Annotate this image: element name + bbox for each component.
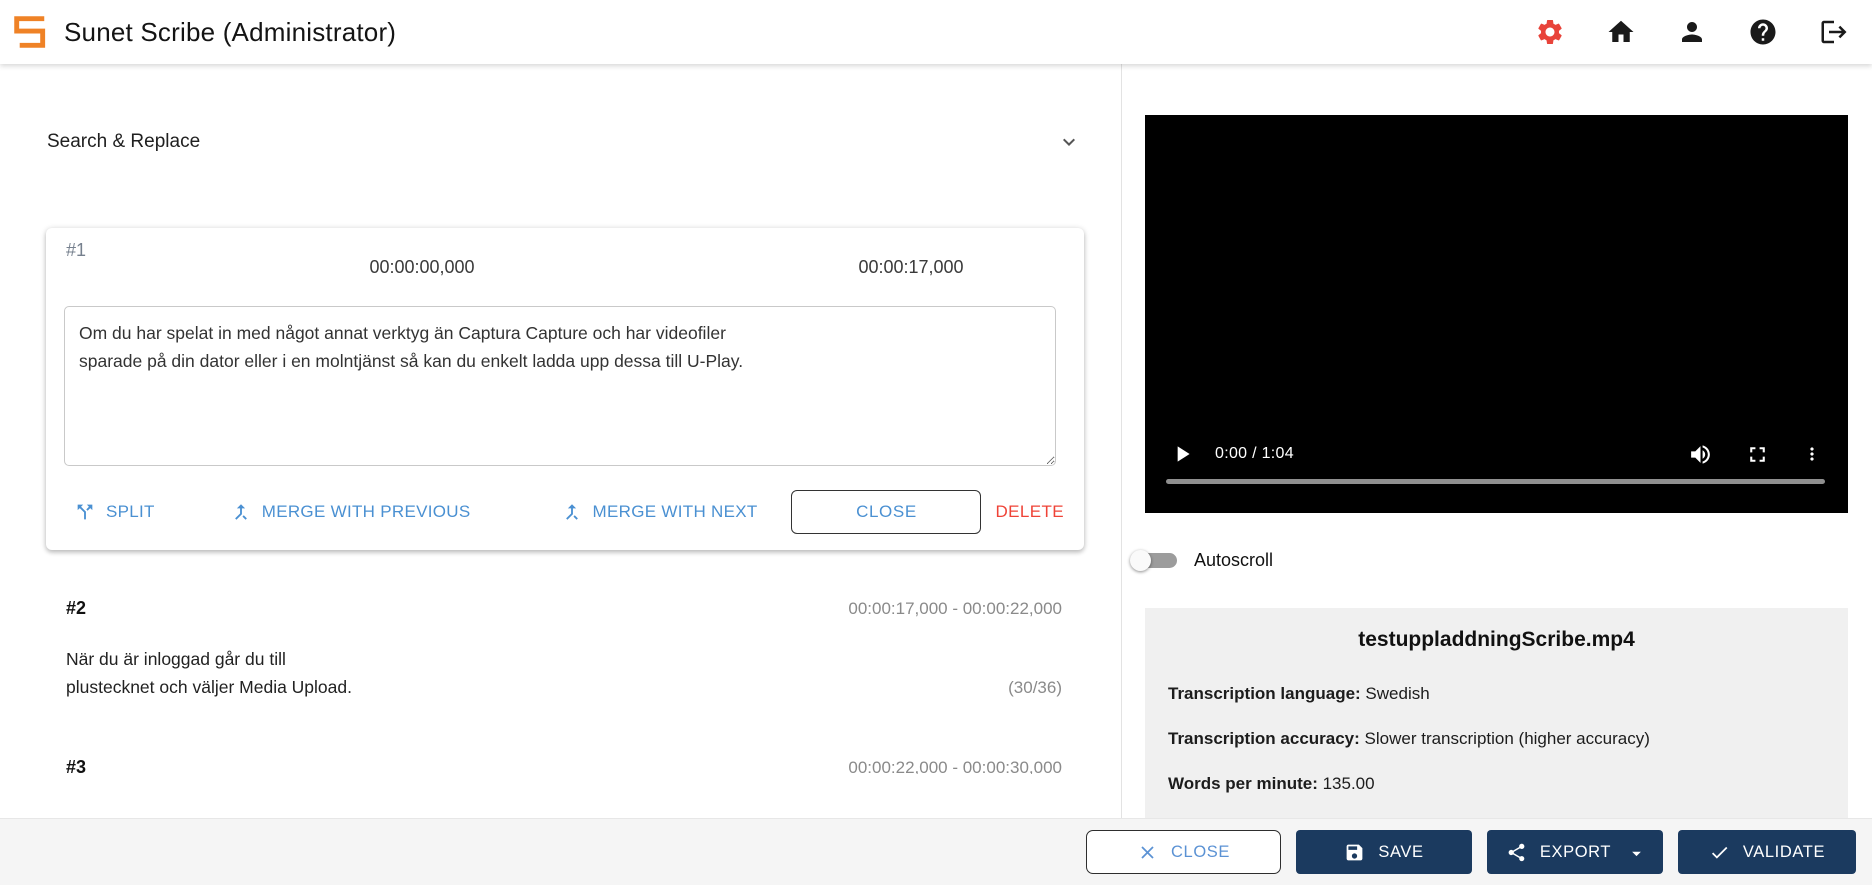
merge-next-label: MERGE WITH NEXT: [592, 502, 758, 521]
logout-icon[interactable]: [1819, 17, 1849, 47]
info-value: Swedish: [1360, 684, 1430, 703]
check-icon: [1709, 842, 1730, 863]
filename: testuppladdningScribe.mp4: [1358, 628, 1635, 651]
segment-text: När du är inloggad går du till plusteckn…: [66, 649, 352, 697]
merge-with-next-button[interactable]: MERGE WITH NEXT: [561, 501, 758, 523]
segment-number: #3: [66, 757, 87, 774]
fullscreen-icon[interactable]: [1745, 442, 1770, 467]
info-label: Transcription language:: [1168, 684, 1361, 703]
search-replace-header[interactable]: Search & Replace: [47, 130, 1081, 154]
info-label: Transcription accuracy:: [1168, 729, 1360, 748]
segment-row-header: #2 00:00:17,000 - 00:00:22,000: [66, 598, 1062, 619]
volume-icon[interactable]: [1688, 442, 1713, 467]
merge-with-previous-button[interactable]: MERGE WITH PREVIOUS: [230, 501, 471, 523]
info-row-accuracy: Transcription accuracy: Slower transcrip…: [1168, 729, 1650, 749]
settings-gear-icon[interactable]: [1535, 17, 1565, 47]
merge-previous-icon: [230, 501, 252, 523]
close-button[interactable]: CLOSE: [1086, 830, 1281, 874]
info-value: Slower transcription (higher accuracy): [1359, 729, 1650, 748]
split-button[interactable]: SPLIT: [74, 501, 155, 523]
sunet-logo-icon: [11, 13, 49, 51]
segment-row-2[interactable]: #2 00:00:17,000 - 00:00:22,000 När du är…: [66, 598, 1062, 701]
editor-actions: SPLIT MERGE WITH PREVIOUS MERGE WITH NEX…: [64, 490, 1064, 534]
char-counter: (30/36): [1008, 678, 1062, 697]
share-icon: [1506, 842, 1527, 863]
dropdown-caret-icon: [1626, 843, 1644, 861]
chevron-down-icon[interactable]: [1057, 130, 1081, 154]
export-button[interactable]: EXPORT: [1487, 830, 1663, 874]
save-icon: [1344, 842, 1365, 863]
segment-row-3[interactable]: #3 00:00:22,000 - 00:00:30,000: [66, 757, 1062, 774]
segment-editor-card: #1 00:00:00,000 00:00:17,000 Om du har s…: [46, 228, 1084, 550]
play-icon[interactable]: [1169, 441, 1195, 467]
split-icon: [74, 501, 96, 523]
segment-close-button[interactable]: CLOSE: [791, 490, 982, 534]
search-replace-label: Search & Replace: [47, 131, 201, 152]
autoscroll-label: Autoscroll: [1194, 550, 1274, 570]
start-timestamp[interactable]: 00:00:00,000: [302, 257, 542, 278]
segment-row-header: #3 00:00:22,000 - 00:00:30,000: [66, 757, 1062, 774]
video-player[interactable]: 0:00 / 1:04: [1145, 115, 1848, 513]
info-row-language: Transcription language: Swedish: [1168, 684, 1430, 704]
file-info-card: testuppladdningScribe.mp4 Transcription …: [1145, 608, 1848, 818]
video-time-display: 0:00 / 1:04: [1215, 445, 1294, 462]
info-label: Words per minute:: [1168, 774, 1318, 793]
app-header: Sunet Scribe (Administrator): [0, 0, 1872, 64]
merge-next-icon: [561, 501, 583, 523]
end-timestamp[interactable]: 00:00:17,000: [791, 257, 1031, 278]
transcript-pane: Search & Replace #1 00:00:00,000 00:00:1…: [0, 64, 1122, 818]
video-progress-bar[interactable]: [1166, 479, 1825, 484]
validate-label: VALIDATE: [1742, 842, 1826, 861]
close-x-icon: [1137, 842, 1158, 863]
home-icon[interactable]: [1606, 17, 1636, 47]
info-value: 135.00: [1317, 774, 1375, 793]
split-label: SPLIT: [106, 502, 155, 521]
video-controls: 0:00 / 1:04: [1145, 435, 1848, 473]
info-row-wpm: Words per minute: 135.00: [1168, 774, 1375, 794]
close-label: CLOSE: [1171, 842, 1230, 861]
segment-time-range: 00:00:17,000 - 00:00:22,000: [848, 599, 1062, 618]
segment-delete-button[interactable]: DELETE: [995, 502, 1064, 522]
save-button[interactable]: SAVE: [1296, 830, 1472, 874]
save-label: SAVE: [1378, 842, 1424, 861]
help-icon[interactable]: [1748, 17, 1778, 47]
media-pane: 0:00 / 1:04 Autoscroll testuppladdningSc…: [1123, 64, 1872, 818]
segment-number: #1: [66, 240, 87, 260]
segment-text-input[interactable]: Om du har spelat in med något annat verk…: [64, 306, 1056, 466]
export-label: EXPORT: [1539, 842, 1612, 861]
video-controls-right: [1688, 442, 1848, 467]
person-icon[interactable]: [1677, 17, 1707, 47]
validate-button[interactable]: VALIDATE: [1678, 830, 1856, 874]
autoscroll-toggle[interactable]: [1130, 550, 1177, 571]
segment-time-range: 00:00:22,000 - 00:00:30,000: [848, 758, 1062, 774]
autoscroll-control: Autoscroll: [1130, 550, 1274, 571]
toggle-thumb: [1130, 550, 1151, 571]
header-nav: [1535, 17, 1872, 47]
more-options-icon[interactable]: [1802, 442, 1822, 466]
merge-previous-label: MERGE WITH PREVIOUS: [261, 502, 471, 521]
page-title: Sunet Scribe (Administrator): [64, 16, 397, 47]
action-bar: CLOSE SAVE EXPORT VALIDATE: [0, 818, 1872, 885]
segment-number: #2: [66, 598, 87, 618]
